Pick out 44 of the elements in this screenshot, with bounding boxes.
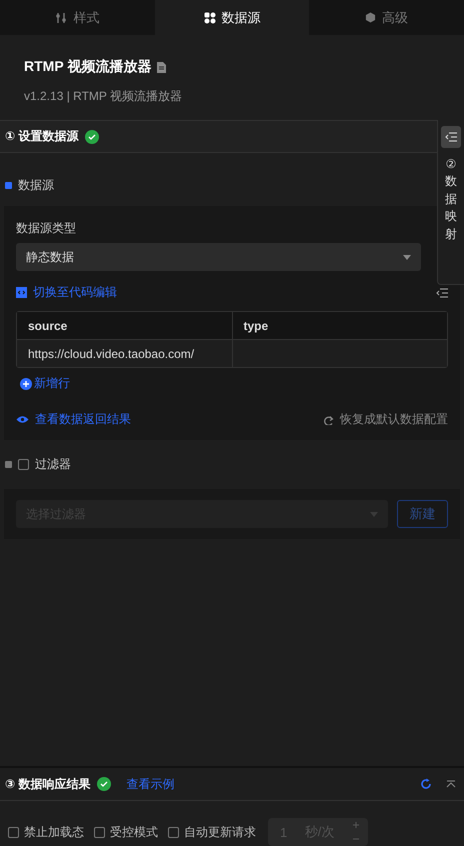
filter-checkbox[interactable] <box>18 459 29 470</box>
datasource-type-select[interactable]: 静态数据 <box>16 243 421 271</box>
reset-link[interactable]: 恢复成默认数据配置 <box>323 411 448 428</box>
collapse-icon[interactable] <box>436 288 448 298</box>
dropdown-icon <box>403 254 411 260</box>
redo-icon <box>323 414 334 424</box>
table-cell[interactable]: https://cloud.video.taobao.com/ <box>17 340 232 367</box>
add-row-link[interactable]: 新增行 <box>20 375 70 392</box>
collapse-up-icon[interactable] <box>446 780 456 788</box>
option-label: 禁止加载态 <box>24 824 84 840</box>
plus-circle-icon <box>20 378 32 390</box>
view-result-link[interactable]: 查看数据返回结果 <box>16 411 131 428</box>
option-checkbox[interactable] <box>94 826 105 838</box>
section-title: ③ 数据响应结果 <box>5 776 90 792</box>
hexagon-icon <box>365 12 376 23</box>
section-marker <box>5 182 12 189</box>
sliders-icon <box>55 12 68 24</box>
component-title: RTMP 视频流播放器 <box>24 58 152 76</box>
example-link[interactable]: 查看示例 <box>126 776 174 792</box>
code-edit-link[interactable]: 切换至代码编辑 <box>16 284 117 301</box>
code-icon <box>16 287 27 298</box>
column-header: source <box>17 312 232 339</box>
side-panel-title[interactable]: ② 数据映射 <box>445 156 457 243</box>
grid-icon <box>204 12 216 24</box>
document-icon[interactable] <box>157 62 166 72</box>
field-label: 数据源类型 <box>16 220 77 237</box>
section-title: ① 设置数据源 <box>5 128 78 145</box>
option-checkbox[interactable] <box>8 826 19 838</box>
table-cell[interactable] <box>232 340 447 367</box>
filter-label: 过滤器 <box>35 456 71 473</box>
eye-icon <box>16 415 29 424</box>
dropdown-icon <box>370 512 378 516</box>
section-label: 数据源 <box>18 177 54 194</box>
collapse-icon <box>445 132 457 142</box>
refresh-icon[interactable] <box>420 778 432 790</box>
column-header: type <box>232 312 447 339</box>
option-label: 自动更新请求 <box>184 824 256 840</box>
option-label: 受控模式 <box>110 824 158 840</box>
component-version: v1.2.13 | RTMP 视频流播放器 <box>24 88 184 105</box>
section-marker <box>5 461 12 468</box>
new-filter-button[interactable]: 新建 <box>397 500 448 528</box>
option-checkbox[interactable] <box>168 826 179 838</box>
tab[interactable]: 数据源 <box>154 0 310 35</box>
collapse-button[interactable] <box>441 126 461 148</box>
